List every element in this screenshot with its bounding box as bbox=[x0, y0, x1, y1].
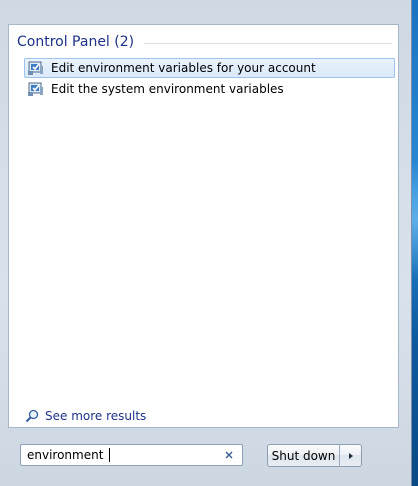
results-group-header: Control Panel (2) bbox=[17, 34, 392, 50]
results-group-title[interactable]: Control Panel (2) bbox=[17, 34, 134, 50]
shutdown-button[interactable]: Shut down bbox=[268, 445, 340, 466]
result-item-system-env-vars[interactable]: Edit the system environment variables bbox=[24, 79, 395, 99]
text-caret bbox=[109, 448, 110, 462]
magnifier-icon bbox=[25, 409, 39, 423]
result-item-user-env-vars[interactable]: Edit environment variables for your acco… bbox=[24, 58, 395, 78]
control-panel-system-icon bbox=[28, 82, 43, 96]
result-item-label: Edit the system environment variables bbox=[51, 82, 284, 96]
search-results-pane: Control Panel (2) Edit environment varia… bbox=[8, 24, 399, 428]
shutdown-button-group: Shut down bbox=[267, 444, 362, 467]
group-divider bbox=[144, 42, 392, 44]
control-panel-system-icon bbox=[28, 61, 43, 75]
shutdown-options-button[interactable] bbox=[340, 445, 361, 466]
triangle-right-icon bbox=[348, 452, 353, 459]
see-more-results-label: See more results bbox=[45, 409, 147, 423]
result-item-label: Edit environment variables for your acco… bbox=[51, 61, 316, 75]
see-more-results-link[interactable]: See more results bbox=[25, 409, 146, 423]
clear-x-icon[interactable] bbox=[222, 448, 236, 462]
shutdown-label: Shut down bbox=[271, 448, 336, 463]
search-input[interactable] bbox=[21, 446, 207, 464]
start-menu: Control Panel (2) Edit environment varia… bbox=[0, 0, 412, 486]
search-box[interactable] bbox=[20, 444, 243, 466]
